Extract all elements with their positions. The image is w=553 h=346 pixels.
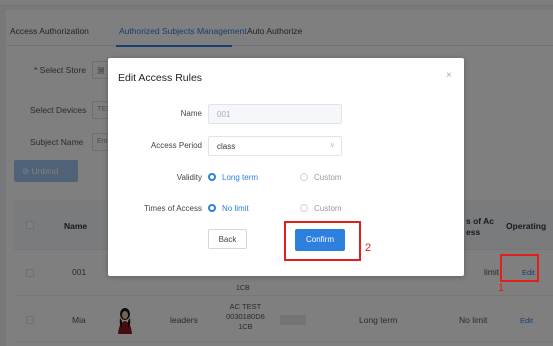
dialog-title: Edit Access Rules	[118, 72, 203, 84]
times-no-limit-label[interactable]: No limit	[222, 204, 249, 213]
name-label: Name	[180, 109, 202, 118]
access-period-label: Access Period	[150, 141, 202, 150]
back-button[interactable]: Back	[208, 229, 247, 249]
annotation-number-2: 2	[365, 242, 372, 254]
validity-label: Validity	[176, 173, 202, 182]
times-of-access-label: Times of Access	[144, 204, 202, 213]
close-icon[interactable]: ×	[446, 70, 452, 81]
validity-long-term-radio[interactable]	[208, 173, 216, 181]
name-field[interactable]: 001	[208, 104, 342, 124]
edit-highlight-box	[500, 254, 539, 282]
times-no-limit-radio[interactable]	[208, 204, 216, 212]
access-period-select[interactable]: class ∨	[208, 136, 342, 156]
validity-custom-radio[interactable]	[300, 173, 308, 181]
validity-custom-label[interactable]: Custom	[314, 173, 342, 182]
times-custom-radio[interactable]	[300, 204, 308, 212]
access-period-value: class	[217, 142, 236, 151]
chevron-down-icon: ∨	[329, 142, 335, 149]
times-custom-label[interactable]: Custom	[314, 204, 342, 213]
confirm-highlight-box	[284, 221, 361, 261]
annotation-number-1: 1	[498, 282, 505, 294]
validity-long-term-label[interactable]: Long term	[222, 173, 258, 182]
